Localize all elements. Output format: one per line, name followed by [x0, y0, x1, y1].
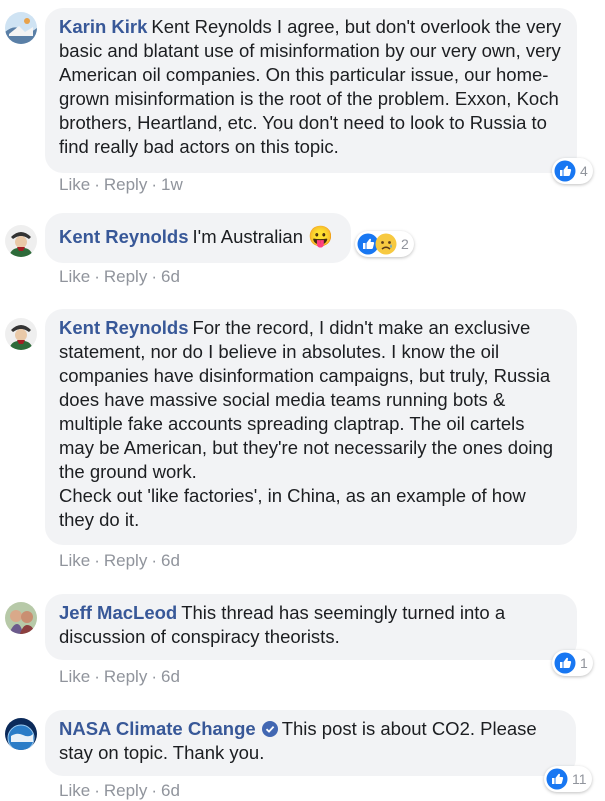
- reaction-count: 1: [580, 655, 588, 671]
- separator: ·: [94, 551, 100, 570]
- comment-bubble: Jeff MacLeod This thread has seemingly tu…: [45, 594, 577, 660]
- reaction-summary[interactable]: 4: [552, 158, 593, 184]
- reply-link[interactable]: Reply: [104, 175, 147, 194]
- comment-bubble: Kent Reynolds For the record, I didn't ma…: [45, 309, 577, 545]
- like-reaction-icon: [554, 652, 576, 674]
- like-link[interactable]: Like: [59, 267, 90, 286]
- avatar-kent-reynolds[interactable]: [5, 318, 37, 350]
- reaction-summary[interactable]: 2: [355, 231, 414, 257]
- comment-author[interactable]: Kent Reynolds: [59, 226, 189, 247]
- comment-actions: Like · Reply · 6d: [59, 551, 180, 571]
- reaction-count: 4: [580, 163, 588, 179]
- reaction-count: 11: [572, 771, 587, 787]
- like-link[interactable]: Like: [59, 667, 90, 686]
- comment-timestamp[interactable]: 6d: [161, 781, 180, 800]
- reaction-count: 2: [401, 236, 409, 252]
- reaction-summary[interactable]: 1: [552, 650, 593, 676]
- separator: ·: [151, 551, 157, 570]
- reply-link[interactable]: Reply: [104, 781, 147, 800]
- separator: ·: [94, 175, 100, 194]
- comment-author[interactable]: Jeff MacLeod: [59, 602, 177, 623]
- like-reaction-icon: [546, 768, 568, 790]
- comment-text: For the record, I didn't make an exclusi…: [59, 317, 554, 530]
- comment-author[interactable]: NASA Climate Change: [59, 718, 256, 739]
- comment-timestamp[interactable]: 6d: [161, 551, 180, 570]
- comment-author[interactable]: Kent Reynolds: [59, 317, 189, 338]
- comment-timestamp[interactable]: 1w: [161, 175, 183, 194]
- separator: ·: [94, 781, 100, 800]
- comment-bubble: Karin Kirk Kent Reynolds I agree, but don…: [45, 8, 577, 173]
- like-reaction-icon: [554, 160, 576, 182]
- comment-actions: Like · Reply · 1w: [59, 175, 183, 195]
- separator: ·: [151, 781, 157, 800]
- reply-link[interactable]: Reply: [104, 267, 147, 286]
- avatar-kent-reynolds[interactable]: [5, 225, 37, 257]
- separator: ·: [94, 667, 100, 686]
- like-link[interactable]: Like: [59, 175, 90, 194]
- comment-bubble: Kent Reynolds I'm Australian 😛: [45, 213, 351, 263]
- separator: ·: [151, 667, 157, 686]
- reaction-summary[interactable]: 11: [544, 766, 592, 792]
- avatar-karin-kirk[interactable]: [5, 12, 37, 44]
- comment-author[interactable]: Karin Kirk: [59, 16, 147, 37]
- reply-link[interactable]: Reply: [104, 667, 147, 686]
- separator: ·: [94, 267, 100, 286]
- comment-text: I'm Australian: [192, 226, 303, 247]
- avatar-jeff-macleod[interactable]: [5, 602, 37, 634]
- comment-timestamp[interactable]: 6d: [161, 267, 180, 286]
- like-link[interactable]: Like: [59, 781, 90, 800]
- separator: ·: [151, 175, 157, 194]
- avatar-nasa-climate-change[interactable]: [5, 718, 37, 750]
- verified-badge-icon: [261, 721, 278, 737]
- comment-bubble: NASA Climate Change This post is about CO…: [45, 710, 576, 776]
- separator: ·: [151, 267, 157, 286]
- comment-text: Kent Reynolds I agree, but don't overloo…: [59, 16, 567, 157]
- comment-actions: Like · Reply · 6d: [59, 781, 180, 801]
- reply-link[interactable]: Reply: [104, 551, 147, 570]
- sad-reaction-icon: [375, 233, 397, 255]
- like-link[interactable]: Like: [59, 551, 90, 570]
- comment-timestamp[interactable]: 6d: [161, 667, 180, 686]
- tongue-emoji: 😛: [308, 226, 334, 248]
- comment-actions: Like · Reply · 6d: [59, 267, 180, 287]
- comment-actions: Like · Reply · 6d: [59, 667, 180, 687]
